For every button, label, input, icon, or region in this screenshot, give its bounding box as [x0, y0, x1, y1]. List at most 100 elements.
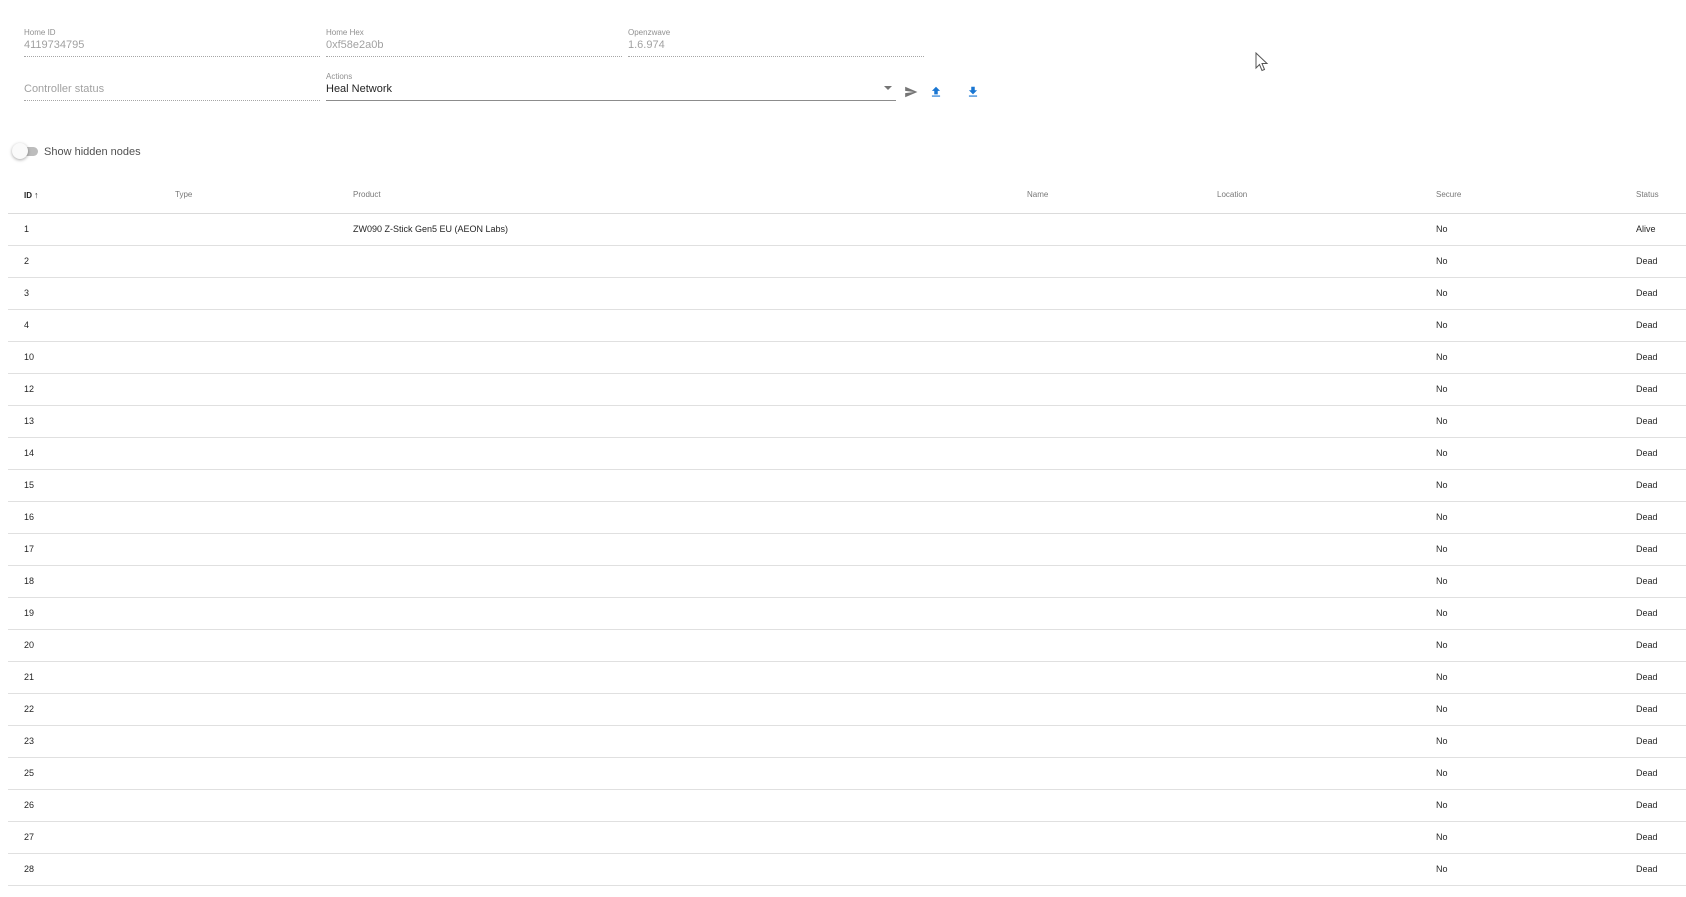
home-id-field: Home ID 4119734795 — [24, 28, 320, 57]
table-row[interactable]: 21 No Dead — [8, 662, 1686, 694]
upload-icon — [931, 86, 941, 97]
home-hex-field: Home Hex 0xf58e2a0b — [326, 28, 622, 57]
home-hex-underline — [326, 56, 622, 57]
cell-secure: No — [1436, 576, 1448, 586]
cell-id: 1 — [24, 224, 30, 234]
column-header-type[interactable]: Type — [175, 190, 192, 200]
cell-secure: No — [1436, 288, 1448, 298]
table-row[interactable]: 4 No Dead — [8, 310, 1686, 342]
show-hidden-nodes-label: Show hidden nodes — [44, 146, 141, 158]
column-header-id-label: ID — [24, 191, 32, 200]
table-row[interactable]: 1 ZW090 Z-Stick Gen5 EU (AEON Labs) No Aliv… — [8, 214, 1686, 246]
controller-status-spacer — [24, 72, 320, 82]
upload-button[interactable] — [925, 81, 947, 103]
cell-status: Dead — [1636, 320, 1658, 330]
cell-id: 25 — [24, 768, 35, 778]
actions-selected-value: Heal Network — [326, 83, 393, 95]
cell-status: Dead — [1636, 256, 1658, 266]
cell-secure: No — [1436, 608, 1448, 618]
cell-status: Dead — [1636, 480, 1658, 490]
dropdown-arrow-icon[interactable] — [884, 86, 892, 90]
cell-secure: No — [1436, 544, 1448, 554]
table-row[interactable]: 3 No Dead — [8, 278, 1686, 310]
cell-id: 2 — [24, 256, 30, 266]
cell-status: Dead — [1636, 576, 1658, 586]
column-header-secure[interactable]: Secure — [1436, 190, 1461, 200]
table-row[interactable]: 27 No Dead — [8, 822, 1686, 854]
cell-id: 20 — [24, 640, 35, 650]
cell-id: 26 — [24, 800, 35, 810]
cell-id: 14 — [24, 448, 35, 458]
table-row[interactable]: 14 No Dead — [8, 438, 1686, 470]
table-row[interactable]: 15 No Dead — [8, 470, 1686, 502]
send-button[interactable] — [900, 81, 922, 103]
cell-status: Dead — [1636, 704, 1658, 714]
cell-id: 23 — [24, 736, 35, 746]
table-row[interactable]: 28 No Dead — [8, 854, 1686, 886]
cell-status: Dead — [1636, 736, 1658, 746]
table-row[interactable]: 10 No Dead — [8, 342, 1686, 374]
column-header-location[interactable]: Location — [1217, 190, 1247, 200]
controller-status-field[interactable]: Controller status — [24, 72, 320, 101]
cell-secure: No — [1436, 224, 1448, 234]
cell-status: Dead — [1636, 640, 1658, 650]
cell-product: ZW090 Z-Stick Gen5 EU (AEON Labs) — [353, 224, 509, 234]
column-header-name[interactable]: Name — [1027, 190, 1048, 200]
cell-id: 4 — [24, 320, 30, 330]
nodes-table: ID ↑ Type Product Name Location Secure St… — [8, 177, 1686, 886]
table-row[interactable]: 17 No Dead — [8, 534, 1686, 566]
download-button[interactable] — [962, 81, 984, 103]
home-id-underline — [24, 56, 320, 57]
cell-secure: No — [1436, 352, 1448, 362]
download-icon — [968, 86, 978, 97]
table-row[interactable]: 26 No Dead — [8, 790, 1686, 822]
cell-secure: No — [1436, 800, 1448, 810]
cell-secure: No — [1436, 768, 1448, 778]
column-header-status[interactable]: Status — [1636, 190, 1659, 200]
cell-id: 27 — [24, 832, 35, 842]
cell-id: 17 — [24, 544, 35, 554]
cell-secure: No — [1436, 416, 1448, 426]
actions-select[interactable]: Actions Heal Network — [326, 72, 896, 101]
cell-secure: No — [1436, 704, 1448, 714]
sort-arrow-up-icon: ↑ — [34, 190, 39, 200]
cell-secure: No — [1436, 256, 1448, 266]
home-hex-label: Home Hex — [326, 28, 364, 37]
column-header-id[interactable]: ID ↑ — [24, 190, 39, 201]
cell-status: Dead — [1636, 288, 1658, 298]
openzwave-field: Openzwave 1.6.974 — [628, 28, 924, 57]
cell-id: 19 — [24, 608, 35, 618]
send-icon — [905, 86, 918, 98]
cell-id: 28 — [24, 864, 35, 874]
openzwave-underline — [628, 56, 924, 57]
table-row[interactable]: 16 No Dead — [8, 502, 1686, 534]
table-row[interactable]: 13 No Dead — [8, 406, 1686, 438]
cell-status: Dead — [1636, 864, 1658, 874]
cell-id: 13 — [24, 416, 35, 426]
show-hidden-nodes-toggle[interactable] — [12, 143, 38, 159]
table-row[interactable]: 2 No Dead — [8, 246, 1686, 278]
table-row[interactable]: 23 No Dead — [8, 726, 1686, 758]
table-row[interactable]: 22 No Dead — [8, 694, 1686, 726]
table-row[interactable]: 12 No Dead — [8, 374, 1686, 406]
openzwave-value: 1.6.974 — [628, 39, 665, 51]
openzwave-label: Openzwave — [628, 28, 671, 37]
home-hex-value: 0xf58e2a0b — [326, 39, 384, 51]
cell-status: Dead — [1636, 416, 1658, 426]
cell-secure: No — [1436, 640, 1448, 650]
table-row[interactable]: 18 No Dead — [8, 566, 1686, 598]
cell-status: Alive — [1636, 224, 1656, 234]
cell-id: 10 — [24, 352, 35, 362]
controller-status-underline — [24, 100, 320, 101]
cell-status: Dead — [1636, 768, 1658, 778]
cell-secure: No — [1436, 480, 1448, 490]
table-row[interactable]: 20 No Dead — [8, 630, 1686, 662]
cell-status: Dead — [1636, 384, 1658, 394]
table-row[interactable]: 25 No Dead — [8, 758, 1686, 790]
cell-secure: No — [1436, 672, 1448, 682]
table-row[interactable]: 19 No Dead — [8, 598, 1686, 630]
column-header-product[interactable]: Product — [353, 190, 381, 200]
controller-status-placeholder: Controller status — [24, 83, 105, 95]
home-id-label: Home ID — [24, 28, 56, 37]
home-id-value: 4119734795 — [24, 39, 85, 51]
